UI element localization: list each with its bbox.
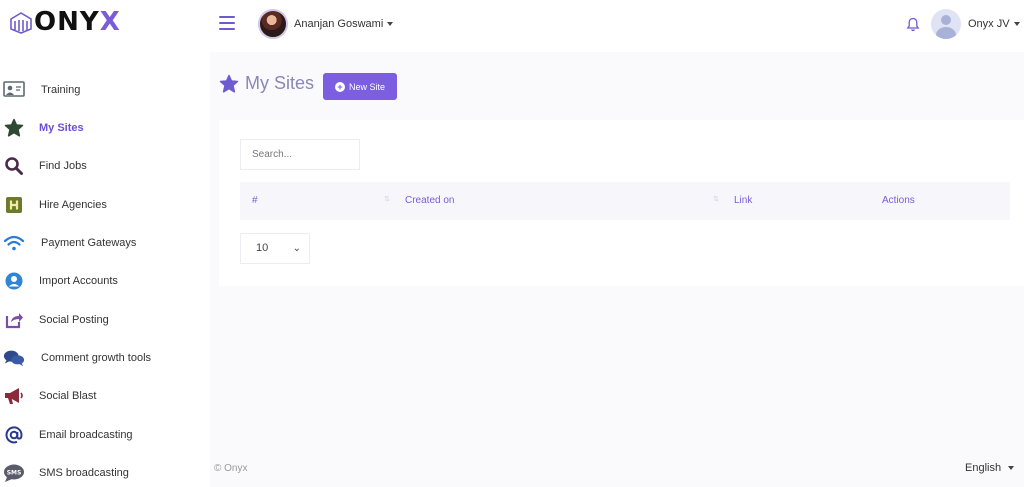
- sort-icon[interactable]: ⇅: [713, 196, 719, 203]
- sidebar-item-import-accounts[interactable]: Import Accounts: [0, 266, 210, 296]
- megaphone-icon: [3, 385, 25, 407]
- account-avatar: [931, 9, 961, 39]
- avatar: [258, 9, 288, 39]
- table-header: # ⇅ Created on ⇅ Link Actions: [240, 182, 1010, 220]
- sidebar-item-label: Payment Gateways: [41, 237, 137, 249]
- language-selector[interactable]: English: [965, 462, 1015, 474]
- sidebar-item-social-blast[interactable]: Social Blast: [0, 381, 210, 411]
- top-bar: ONYX Ananjan Goswami Onyx JV: [0, 0, 1024, 52]
- bell-icon[interactable]: [906, 17, 920, 37]
- language-label: English: [965, 462, 1002, 474]
- star-icon: [219, 74, 239, 93]
- sort-icon[interactable]: ⇅: [384, 196, 390, 203]
- sidebar-item-label: Social Posting: [39, 314, 109, 326]
- page-title: My Sites: [245, 73, 315, 93]
- share-icon: [3, 309, 25, 331]
- sidebar-item-label: Social Blast: [39, 390, 97, 402]
- page-size-value: 10: [256, 242, 269, 254]
- footer-copyright: © Onyx: [214, 463, 248, 474]
- sidebar-item-training[interactable]: Training: [0, 75, 210, 105]
- logo-text: ONYX: [34, 7, 121, 37]
- sidebar-item-sms-broadcasting[interactable]: SMS SMS broadcasting: [0, 458, 210, 487]
- at-icon: [3, 424, 25, 446]
- chevron-down-icon: ⌄: [292, 243, 301, 254]
- wifi-icon: [3, 232, 25, 254]
- sidebar-item-email-broadcasting[interactable]: Email broadcasting: [0, 420, 210, 450]
- h-badge-icon: [3, 194, 25, 216]
- new-site-button[interactable]: + New Site: [323, 73, 397, 100]
- star-icon: [3, 117, 25, 139]
- training-icon: [3, 79, 25, 101]
- sidebar: Training My Sites Find Jobs Hire Agencie…: [0, 52, 210, 487]
- sidebar-item-hire-agencies[interactable]: Hire Agencies: [0, 190, 210, 220]
- column-header-link[interactable]: Link: [734, 182, 752, 220]
- sidebar-item-label: My Sites: [39, 122, 84, 134]
- user-circle-icon: [3, 270, 25, 292]
- column-header-created-on[interactable]: Created on: [405, 182, 454, 220]
- search-icon: [3, 155, 25, 177]
- sidebar-item-social-posting[interactable]: Social Posting: [0, 305, 210, 335]
- sidebar-item-label: Hire Agencies: [39, 199, 107, 211]
- sidebar-item-label: Import Accounts: [39, 275, 118, 287]
- caret-down-icon: [1013, 22, 1020, 26]
- sidebar-item-label: Comment growth tools: [41, 352, 152, 364]
- sidebar-item-my-sites[interactable]: My Sites: [0, 113, 210, 143]
- sidebar-item-comment-growth-tools[interactable]: Comment growth tools: [0, 343, 210, 373]
- sidebar-item-payment-gateways[interactable]: Payment Gateways: [0, 228, 210, 258]
- sms-icon: SMS: [3, 462, 25, 484]
- onyx-logo[interactable]: ONYX: [8, 7, 121, 37]
- new-site-label: New Site: [348, 81, 385, 92]
- caret-down-icon: [387, 22, 394, 26]
- sidebar-item-find-jobs[interactable]: Find Jobs: [0, 151, 210, 181]
- caret-down-icon: [1008, 466, 1015, 471]
- sidebar-item-label: Find Jobs: [39, 160, 87, 172]
- sidebar-item-label: SMS broadcasting: [39, 467, 129, 479]
- user-menu[interactable]: Ananjan Goswami: [258, 9, 394, 39]
- sidebar-item-label: Email broadcasting: [39, 429, 133, 441]
- column-header-number[interactable]: #: [252, 182, 258, 220]
- search-input[interactable]: [240, 139, 360, 170]
- logo-mark-icon: [10, 12, 32, 34]
- column-header-actions[interactable]: Actions: [882, 182, 915, 220]
- comments-icon: [3, 347, 25, 369]
- plus-circle-icon: +: [334, 81, 345, 92]
- menu-toggle-icon[interactable]: [219, 16, 235, 30]
- user-name: Ananjan Goswami: [294, 18, 384, 30]
- sidebar-item-label: Training: [41, 84, 81, 96]
- account-name: Onyx JV: [968, 18, 1010, 30]
- page-size-select[interactable]: 10 ⌄: [240, 233, 310, 264]
- svg-text:SMS: SMS: [7, 470, 22, 477]
- account-menu[interactable]: Onyx JV: [931, 9, 1020, 39]
- page-header: My Sites: [219, 73, 314, 94]
